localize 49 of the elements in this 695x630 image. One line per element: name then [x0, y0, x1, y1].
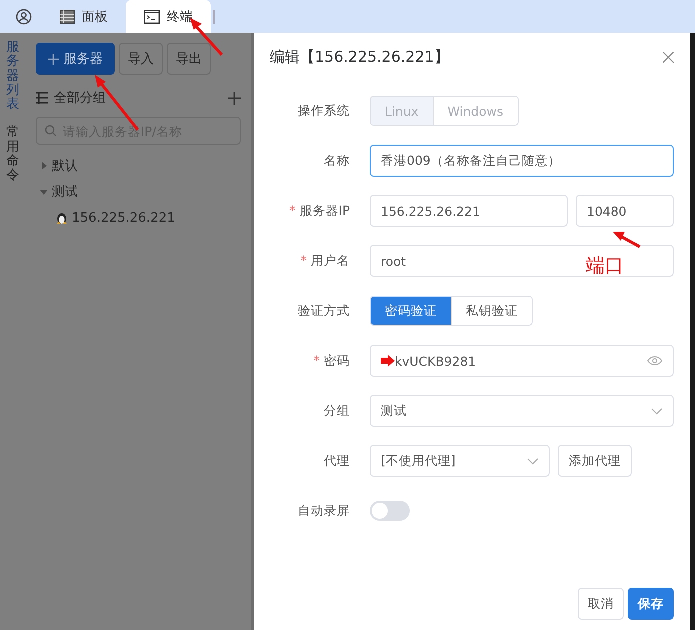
field-label: 代理 [323, 452, 351, 470]
dialog-title: 编辑【156.225.26.221】 [270, 48, 450, 66]
save-button[interactable]: 保存 [628, 588, 674, 620]
field-label: * 服务器IP [288, 202, 351, 220]
add-proxy-button[interactable]: 添加代理 [558, 445, 632, 477]
field-label: * 密码 [312, 352, 351, 370]
caret-down-icon[interactable] [40, 188, 48, 196]
penguin-icon [56, 211, 68, 225]
cancel-button[interactable]: 取消 [578, 588, 624, 620]
select-field[interactable]: [不使用代理] [370, 445, 550, 477]
caret-right-icon[interactable] [40, 162, 48, 170]
tree-item[interactable]: 156.225.26.221 [36, 205, 241, 231]
toolbar-button[interactable]: 导入 [119, 43, 163, 75]
segment-option[interactable]: 密码验证 [371, 297, 451, 325]
plus-icon[interactable] [228, 92, 241, 104]
add-server-button[interactable]: 服务器 [36, 43, 115, 75]
field-label: 操作系统 [297, 102, 351, 120]
input-field[interactable]: 156.225.26.221 [370, 195, 568, 227]
table-icon [60, 10, 75, 24]
plus-icon [48, 54, 59, 64]
close-icon[interactable] [663, 52, 674, 62]
port-field[interactable]: 10480 [576, 195, 674, 227]
segment-option[interactable]: 私钥验证 [451, 297, 532, 325]
password-field[interactable]: kvUCKB9281 [370, 345, 674, 377]
field-label: 分组 [323, 402, 351, 420]
input-field[interactable]: 香港009（名称备注自己随意） [370, 145, 674, 177]
arrow-icon [381, 355, 395, 367]
annotation-text: 端口 [586, 254, 624, 279]
tab[interactable]: 面板 [42, 0, 126, 33]
toolbar-button[interactable]: 导出 [167, 43, 211, 75]
annotation-arrow [613, 232, 641, 248]
terminal-icon [144, 10, 160, 24]
chevron-down-icon [651, 408, 663, 414]
tree-item[interactable]: 测试 [36, 179, 241, 205]
select-field[interactable]: 测试 [370, 395, 674, 427]
group-header: 全部分组 [54, 90, 107, 107]
list-icon [36, 92, 48, 104]
field-label: 验证方式 [297, 302, 351, 320]
toggle-switch[interactable] [370, 501, 410, 521]
chevron-down-icon [527, 458, 539, 464]
tab[interactable]: 终端 [126, 0, 211, 33]
eye-icon[interactable] [647, 356, 663, 366]
field-label: * 用户名 [300, 252, 351, 270]
user-icon[interactable] [16, 8, 32, 24]
side-tab[interactable]: 常用命令 [6, 126, 20, 184]
tree-item[interactable]: 默认 [36, 153, 241, 179]
field-label: 名称 [323, 152, 351, 170]
search-icon [45, 125, 57, 137]
field-label: 自动录屏 [297, 502, 351, 520]
